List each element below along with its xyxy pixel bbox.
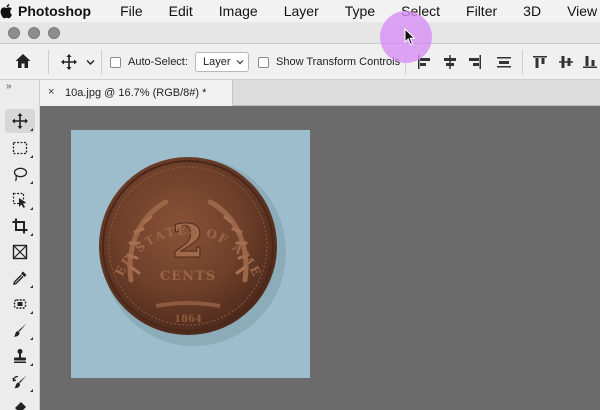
document-tab[interactable]: × 10a.jpg @ 16.7% (RGB/8#) * [40, 80, 233, 106]
lasso-tool-icon[interactable] [5, 162, 35, 186]
show-transform-controls-checkbox[interactable] [258, 57, 269, 68]
photoshop-window: Photoshop File Edit Image Layer Type Sel… [0, 0, 600, 410]
svg-text:2: 2 [172, 214, 204, 268]
menu-image[interactable]: Image [206, 0, 271, 22]
menu-3d[interactable]: 3D [510, 0, 554, 22]
show-transform-controls-label: Show Transform Controls [276, 56, 401, 68]
menu-bar: Photoshop File Edit Image Layer Type Sel… [0, 0, 600, 22]
document-image[interactable]: 2 CENTS UNITED STATES OF AMERICA 1864 [71, 130, 310, 378]
move-tool-preset-icon[interactable] [60, 53, 78, 74]
dropdown-chevron-icon [236, 53, 244, 77]
history-brush-tool-icon[interactable] [5, 370, 35, 394]
options-divider [101, 50, 102, 74]
align-vertical-centers-icon[interactable] [558, 54, 574, 73]
menu-layer[interactable]: Layer [271, 0, 332, 22]
auto-select-target-dropdown[interactable]: Layer [195, 52, 249, 72]
options-divider [48, 50, 49, 74]
close-window-button[interactable] [8, 27, 20, 39]
mouse-pointer-icon [404, 27, 416, 51]
clone-stamp-tool-icon[interactable] [5, 344, 35, 368]
preset-chevron-down-icon[interactable] [86, 57, 95, 69]
move-tool-icon[interactable] [5, 109, 35, 133]
crop-tool-icon[interactable] [5, 214, 35, 238]
align-right-edges-icon[interactable] [467, 54, 483, 73]
two-cent-coin-image: 2 CENTS UNITED STATES OF AMERICA 1864 [71, 130, 286, 346]
menu-view[interactable]: View [554, 0, 600, 22]
auto-select-target-value: Layer [203, 56, 231, 68]
object-selection-tool-icon[interactable] [5, 188, 35, 212]
document-tab-title: 10a.jpg @ 16.7% (RGB/8#) * [65, 87, 207, 99]
menu-type[interactable]: Type [332, 0, 388, 22]
options-bar: Auto-Select: Layer Show Transform Contro… [0, 44, 600, 80]
menu-filter[interactable]: Filter [453, 0, 510, 22]
menu-edit[interactable]: Edit [156, 0, 206, 22]
apple-menu-icon[interactable] [0, 3, 14, 19]
menu-photoshop[interactable]: Photoshop [14, 0, 107, 22]
rectangular-marquee-tool-icon[interactable] [5, 136, 35, 160]
align-horizontal-centers-icon[interactable] [442, 54, 458, 73]
document-tab-bar: × 10a.jpg @ 16.7% (RGB/8#) * [40, 80, 600, 106]
zoom-window-button[interactable] [48, 27, 60, 39]
canvas-area[interactable]: 2 CENTS UNITED STATES OF AMERICA 1864 [40, 106, 600, 410]
options-divider [522, 50, 523, 74]
close-document-icon[interactable]: × [48, 86, 54, 98]
align-top-edges-icon[interactable] [532, 54, 548, 73]
eraser-tool-icon[interactable] [5, 396, 35, 410]
svg-text:1864: 1864 [174, 314, 202, 325]
brush-tool-icon[interactable] [5, 318, 35, 342]
distribute-horizontally-icon[interactable] [496, 54, 512, 73]
frame-tool-icon[interactable] [5, 240, 35, 264]
align-bottom-edges-icon[interactable] [582, 54, 598, 73]
svg-text:CENTS: CENTS [160, 269, 216, 284]
eyedropper-tool-icon[interactable] [5, 266, 35, 290]
tools-panel: » [0, 80, 40, 410]
menu-file[interactable]: File [107, 0, 156, 22]
auto-select-checkbox[interactable] [110, 57, 121, 68]
home-icon[interactable] [14, 52, 32, 73]
collapse-panel-icon[interactable]: » [6, 81, 11, 92]
auto-select-label: Auto-Select: [128, 56, 188, 68]
healing-brush-tool-icon[interactable] [5, 292, 35, 316]
minimize-window-button[interactable] [28, 27, 40, 39]
window-titlebar [0, 22, 600, 44]
